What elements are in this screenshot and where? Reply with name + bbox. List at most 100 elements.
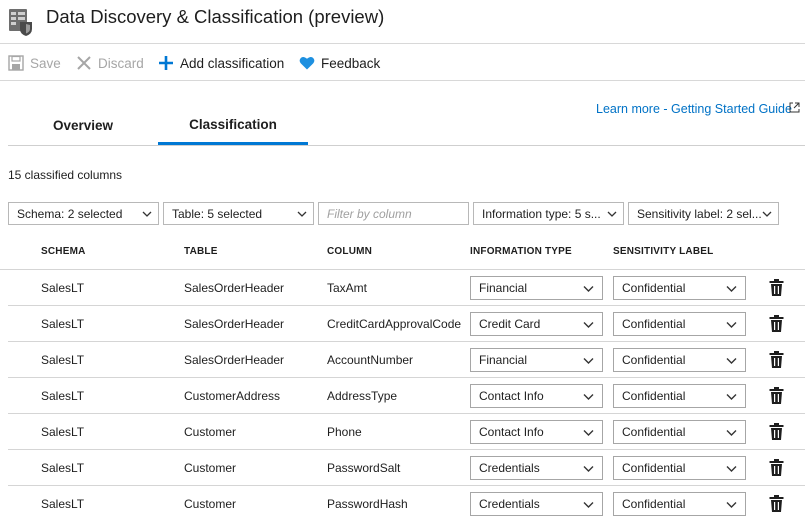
database-shield-icon	[9, 9, 32, 36]
chevron-down-icon	[726, 502, 737, 508]
trash-icon[interactable]	[769, 423, 784, 440]
tab-classification[interactable]: Classification	[158, 106, 308, 145]
sensitivity-label-dropdown[interactable]: Confidential	[613, 456, 746, 480]
sensitivity-label-value: Confidential	[622, 389, 686, 403]
table-cell: SalesOrderHeader	[184, 353, 285, 367]
column-cell: PasswordSalt	[327, 461, 401, 475]
information-type-dropdown[interactable]: Credit Card	[470, 312, 603, 336]
table-row: SalesLT SalesOrderHeader TaxAmt Financial Co…	[8, 270, 805, 306]
chevron-down-icon	[726, 394, 737, 400]
trash-icon[interactable]	[769, 459, 784, 476]
information-type-dropdown[interactable]: Contact Info	[470, 384, 603, 408]
schema-cell: SalesLT	[41, 317, 85, 331]
information-type-value: Financial	[479, 281, 528, 295]
table-cell: SalesOrderHeader	[184, 317, 285, 331]
discard-label: Discard	[98, 55, 144, 71]
page-title: Data Discovery & Classification (preview…	[46, 6, 385, 27]
chevron-down-icon	[583, 322, 594, 328]
table-row: SalesLT Customer PasswordSalt Credentials Co…	[8, 450, 805, 486]
column-header-column: COLUMN	[327, 246, 373, 257]
add-classification-button[interactable]: Add classification	[158, 45, 284, 81]
chevron-down-icon	[726, 286, 737, 292]
information-type-value: Credentials	[479, 497, 540, 511]
classified-count: 15 classified columns	[8, 168, 123, 182]
chevron-down-icon	[726, 358, 737, 364]
column-filter-placeholder: Filter by column	[327, 206, 412, 221]
command-bar: Save Discard Add classification Feedback	[0, 45, 805, 81]
sensitivity-label-filter-value: Sensitivity label: 2 sel...	[637, 206, 762, 221]
schema-filter-value: Schema: 2 selected	[17, 206, 123, 221]
trash-icon[interactable]	[769, 387, 784, 404]
plus-icon	[159, 56, 173, 70]
information-type-value: Credit Card	[479, 317, 541, 331]
schema-cell: SalesLT	[41, 461, 85, 475]
close-icon	[77, 56, 91, 70]
sensitivity-label-value: Confidential	[622, 461, 686, 475]
sensitivity-label-value: Confidential	[622, 353, 686, 367]
column-cell: AddressType	[327, 389, 398, 403]
trash-icon[interactable]	[769, 495, 784, 512]
save-button[interactable]: Save	[8, 45, 61, 81]
schema-filter[interactable]: Schema: 2 selected	[8, 202, 159, 225]
trash-icon[interactable]	[769, 279, 784, 296]
information-type-filter-value: Information type: 5 s...	[482, 206, 601, 221]
column-header-sensitivity-label: SENSITIVITY LABEL	[613, 246, 714, 257]
table-row: SalesLT CustomerAddress AddressType Contact…	[8, 378, 805, 414]
sensitivity-label-value: Confidential	[622, 317, 686, 331]
table-cell: SalesOrderHeader	[184, 281, 285, 295]
chevron-down-icon	[583, 502, 594, 508]
information-type-filter[interactable]: Information type: 5 s...	[473, 202, 624, 225]
table-cell: CustomerAddress	[184, 389, 281, 403]
column-cell: PasswordHash	[327, 497, 408, 511]
column-cell: Phone	[327, 425, 362, 439]
information-type-dropdown[interactable]: Financial	[470, 348, 603, 372]
table-row: SalesLT Customer Phone Contact Info Confiden…	[8, 414, 805, 450]
column-header-information-type: INFORMATION TYPE	[470, 246, 572, 257]
chevron-down-icon	[762, 211, 772, 217]
trash-icon[interactable]	[769, 315, 784, 332]
sensitivity-label-value: Confidential	[622, 497, 686, 511]
sensitivity-label-dropdown[interactable]: Confidential	[613, 384, 746, 408]
table-filter-value: Table: 5 selected	[172, 206, 263, 221]
table-row: SalesLT SalesOrderHeader CreditCardApprova…	[8, 306, 805, 342]
sensitivity-label-filter[interactable]: Sensitivity label: 2 sel...	[628, 202, 779, 225]
information-type-value: Contact Info	[479, 389, 544, 403]
sensitivity-label-dropdown[interactable]: Confidential	[613, 492, 746, 516]
sensitivity-label-dropdown[interactable]: Confidential	[613, 312, 746, 336]
column-filter-input[interactable]: Filter by column	[318, 202, 469, 225]
sensitivity-label-dropdown[interactable]: Confidential	[613, 420, 746, 444]
information-type-dropdown[interactable]: Financial	[470, 276, 603, 300]
information-type-value: Credentials	[479, 461, 540, 475]
discard-button[interactable]: Discard	[76, 45, 144, 81]
information-type-dropdown[interactable]: Credentials	[470, 456, 603, 480]
feedback-button[interactable]: Feedback	[299, 45, 380, 81]
sensitivity-label-dropdown[interactable]: Confidential	[613, 348, 746, 372]
table-cell: Customer	[184, 461, 237, 475]
schema-cell: SalesLT	[41, 425, 85, 439]
chevron-down-icon	[297, 211, 307, 217]
tab-strip: Overview Classification	[8, 106, 805, 146]
information-type-value: Contact Info	[479, 425, 544, 439]
information-type-dropdown[interactable]: Contact Info	[470, 420, 603, 444]
chevron-down-icon	[583, 430, 594, 436]
information-type-value: Financial	[479, 353, 528, 367]
schema-cell: SalesLT	[41, 353, 85, 367]
table-filter[interactable]: Table: 5 selected	[163, 202, 314, 225]
chevron-down-icon	[583, 358, 594, 364]
chevron-down-icon	[583, 286, 594, 292]
schema-cell: SalesLT	[41, 497, 85, 511]
column-cell: CreditCardApprovalCode	[327, 317, 462, 331]
chevron-down-icon	[726, 322, 737, 328]
sensitivity-label-dropdown[interactable]: Confidential	[613, 276, 746, 300]
table-row: SalesLT SalesOrderHeader AccountNumber Fina…	[8, 342, 805, 378]
table-row: SalesLT Customer PasswordHash Credentials Co…	[8, 486, 805, 520]
chevron-down-icon	[726, 430, 737, 436]
column-header-schema: SCHEMA	[41, 246, 86, 257]
column-cell: TaxAmt	[327, 281, 368, 295]
heart-icon	[299, 57, 315, 70]
column-header-table: TABLE	[184, 246, 218, 257]
trash-icon[interactable]	[769, 351, 784, 368]
table-cell: Customer	[184, 425, 237, 439]
information-type-dropdown[interactable]: Credentials	[470, 492, 603, 516]
tab-overview[interactable]: Overview	[8, 106, 158, 145]
